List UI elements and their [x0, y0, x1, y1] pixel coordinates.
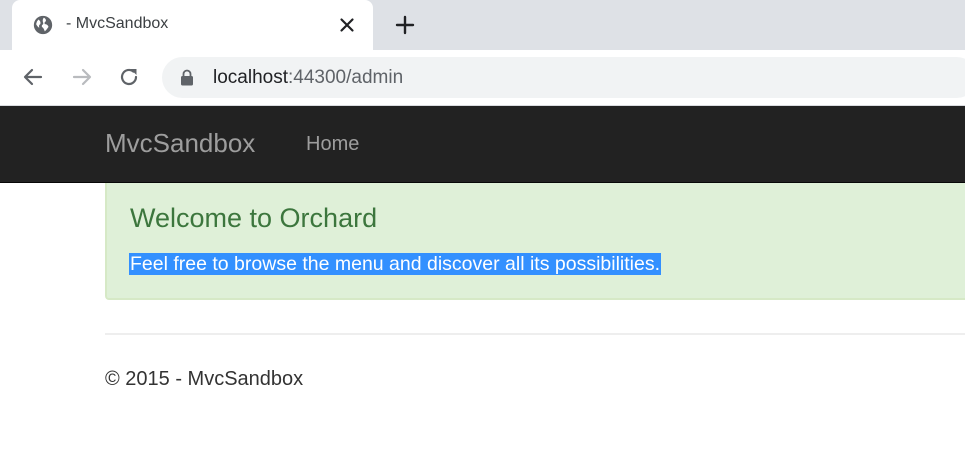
site-navbar: MvcSandbox Home	[0, 106, 965, 183]
footer-copyright: © 2015 - MvcSandbox	[105, 368, 304, 390]
url-host: localhost	[213, 67, 288, 88]
lock-icon[interactable]	[180, 69, 194, 86]
footer-divider	[105, 333, 965, 335]
arrow-left-icon[interactable]	[21, 65, 45, 89]
brand-link[interactable]: MvcSandbox	[105, 128, 255, 159]
browser-toolbar: localhost:44300/admin	[0, 50, 965, 106]
plus-icon[interactable]	[393, 13, 417, 37]
url-text[interactable]: localhost:44300/admin	[213, 67, 403, 89]
nav-link-home[interactable]: Home	[306, 133, 359, 156]
globe-icon	[33, 15, 53, 35]
reload-icon[interactable]	[117, 65, 141, 89]
tab-title: - MvcSandbox	[66, 15, 169, 32]
close-icon[interactable]	[337, 15, 357, 35]
alert-message: Feel free to browse the menu and discove…	[129, 250, 662, 278]
url-path: :44300/admin	[288, 67, 404, 88]
welcome-alert: Welcome to Orchard Feel free to browse t…	[105, 183, 965, 300]
browser-tab[interactable]: - MvcSandbox	[12, 0, 373, 50]
selected-text: Feel free to browse the menu and discove…	[129, 253, 662, 275]
arrow-right-icon[interactable]	[70, 65, 94, 89]
address-bar[interactable]: localhost:44300/admin	[162, 57, 965, 98]
tab-strip: - MvcSandbox	[0, 0, 965, 50]
alert-heading: Welcome to Orchard	[130, 203, 378, 233]
